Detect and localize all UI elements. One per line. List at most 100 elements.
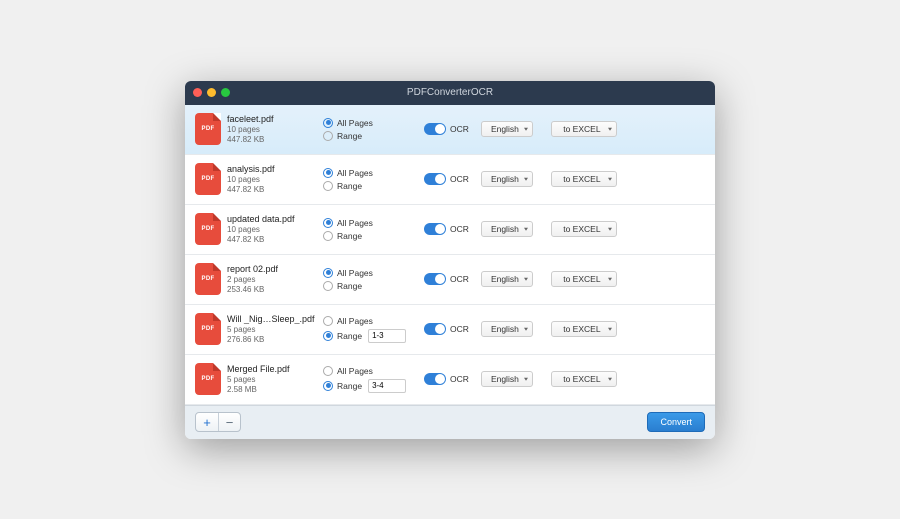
language-value: English — [491, 224, 519, 234]
zoom-window-button[interactable] — [221, 88, 230, 97]
radio-all-pages-label: All Pages — [337, 168, 373, 178]
radio-range[interactable] — [323, 281, 333, 291]
format-dropdown[interactable]: to EXCEL — [551, 271, 617, 287]
ocr-group: OCR — [424, 273, 469, 285]
language-dropdown[interactable]: English — [481, 371, 533, 387]
file-size: 447.82 KB — [227, 135, 317, 144]
radio-range[interactable] — [323, 181, 333, 191]
file-name: Merged File.pdf — [227, 364, 317, 374]
ocr-group: OCR — [424, 373, 469, 385]
language-dropdown[interactable]: English — [481, 221, 533, 237]
language-value: English — [491, 124, 519, 134]
ocr-toggle[interactable] — [424, 323, 446, 335]
page-selection: All PagesRange — [323, 366, 418, 393]
ocr-label: OCR — [450, 374, 469, 384]
ocr-label: OCR — [450, 324, 469, 334]
file-pages: 10 pages — [227, 125, 317, 134]
format-value: to EXCEL — [563, 124, 600, 134]
file-name: updated data.pdf — [227, 214, 317, 224]
range-input[interactable] — [368, 379, 406, 393]
file-info: faceleet.pdf10 pages447.82 KB — [227, 114, 317, 144]
file-row[interactable]: PDFanalysis.pdf10 pages447.82 KBAll Page… — [185, 155, 715, 205]
file-row[interactable]: PDFupdated data.pdf10 pages447.82 KBAll … — [185, 205, 715, 255]
window-title: PDFConverterOCR — [185, 87, 715, 98]
file-size: 253.46 KB — [227, 285, 317, 294]
radio-range-label: Range — [337, 381, 362, 391]
format-value: to EXCEL — [563, 174, 600, 184]
file-list: PDFfaceleet.pdf10 pages447.82 KBAll Page… — [185, 105, 715, 405]
pdf-badge-text: PDF — [202, 176, 215, 182]
file-row[interactable]: PDF report 02.pdf2 pages253.46 KB All Page… — [185, 255, 715, 305]
ocr-toggle[interactable] — [424, 273, 446, 285]
format-value: to EXCEL — [563, 324, 600, 334]
file-info: Will _Nig…Sleep_.pdf5 pages276.86 KB — [227, 314, 317, 344]
format-dropdown[interactable]: to EXCEL — [551, 121, 617, 137]
file-info: report 02.pdf2 pages253.46 KB — [227, 264, 317, 294]
radio-all-pages[interactable] — [323, 366, 333, 376]
format-dropdown[interactable]: to EXCEL — [551, 371, 617, 387]
language-dropdown[interactable]: English — [481, 271, 533, 287]
radio-range[interactable] — [323, 231, 333, 241]
ocr-toggle[interactable] — [424, 373, 446, 385]
ocr-label: OCR — [450, 174, 469, 184]
file-name: faceleet.pdf — [227, 114, 317, 124]
close-window-button[interactable] — [193, 88, 202, 97]
ocr-toggle[interactable] — [424, 123, 446, 135]
radio-all-pages[interactable] — [323, 168, 333, 178]
footer-toolbar: + − Convert — [185, 405, 715, 439]
ocr-toggle[interactable] — [424, 173, 446, 185]
file-size: 447.82 KB — [227, 185, 317, 194]
file-name: Will _Nig…Sleep_.pdf — [227, 314, 317, 324]
minimize-window-button[interactable] — [207, 88, 216, 97]
radio-all-pages[interactable] — [323, 118, 333, 128]
ocr-group: OCR — [424, 173, 469, 185]
remove-file-button[interactable]: − — [218, 413, 240, 431]
pdf-badge-text: PDF — [202, 126, 215, 132]
ocr-group: OCR — [424, 323, 469, 335]
file-row[interactable]: PDF faceleet.pdf10 pages447.82 KB All Page… — [185, 105, 715, 155]
file-row[interactable]: PDFMerged File.pdf5 pages2.58 MBAll Page… — [185, 355, 715, 405]
radio-all-pages-label: All Pages — [337, 118, 373, 128]
file-pages: 10 pages — [227, 225, 317, 234]
pdf-file-icon: PDF — [195, 163, 221, 195]
radio-range-label: Range — [337, 331, 362, 341]
language-dropdown[interactable]: English — [481, 121, 533, 137]
radio-all-pages-label: All Pages — [337, 316, 373, 326]
format-dropdown[interactable]: to EXCEL — [551, 171, 617, 187]
radio-range[interactable] — [323, 331, 333, 341]
ocr-toggle[interactable] — [424, 223, 446, 235]
file-size: 2.58 MB — [227, 385, 317, 394]
file-row[interactable]: PDFWill _Nig…Sleep_.pdf5 pages276.86 KB A… — [185, 305, 715, 355]
ocr-group: OCR — [424, 123, 469, 135]
file-info: Merged File.pdf5 pages2.58 MB — [227, 364, 317, 394]
pdf-file-icon: PDF — [195, 313, 221, 345]
radio-all-pages-label: All Pages — [337, 268, 373, 278]
file-pages: 10 pages — [227, 175, 317, 184]
range-input[interactable] — [368, 329, 406, 343]
language-value: English — [491, 374, 519, 384]
file-size: 447.82 KB — [227, 235, 317, 244]
pdf-file-icon: PDF — [195, 213, 221, 245]
pdf-badge-text: PDF — [202, 376, 215, 382]
radio-range-label: Range — [337, 231, 362, 241]
pdf-badge-text: PDF — [202, 276, 215, 282]
language-value: English — [491, 174, 519, 184]
ocr-group: OCR — [424, 223, 469, 235]
radio-range[interactable] — [323, 381, 333, 391]
file-pages: 5 pages — [227, 375, 317, 384]
ocr-label: OCR — [450, 274, 469, 284]
radio-all-pages[interactable] — [323, 316, 333, 326]
add-file-button[interactable]: + — [196, 413, 218, 431]
format-dropdown[interactable]: to EXCEL — [551, 221, 617, 237]
window-controls — [193, 88, 230, 97]
radio-range[interactable] — [323, 131, 333, 141]
pdf-badge-text: PDF — [202, 226, 215, 232]
file-pages: 2 pages — [227, 275, 317, 284]
titlebar: PDFConverterOCR — [185, 81, 715, 105]
convert-button[interactable]: Convert — [647, 412, 705, 432]
language-dropdown[interactable]: English — [481, 171, 533, 187]
radio-all-pages[interactable] — [323, 218, 333, 228]
radio-all-pages[interactable] — [323, 268, 333, 278]
language-dropdown[interactable]: English — [481, 321, 533, 337]
format-dropdown[interactable]: to EXCEL — [551, 321, 617, 337]
